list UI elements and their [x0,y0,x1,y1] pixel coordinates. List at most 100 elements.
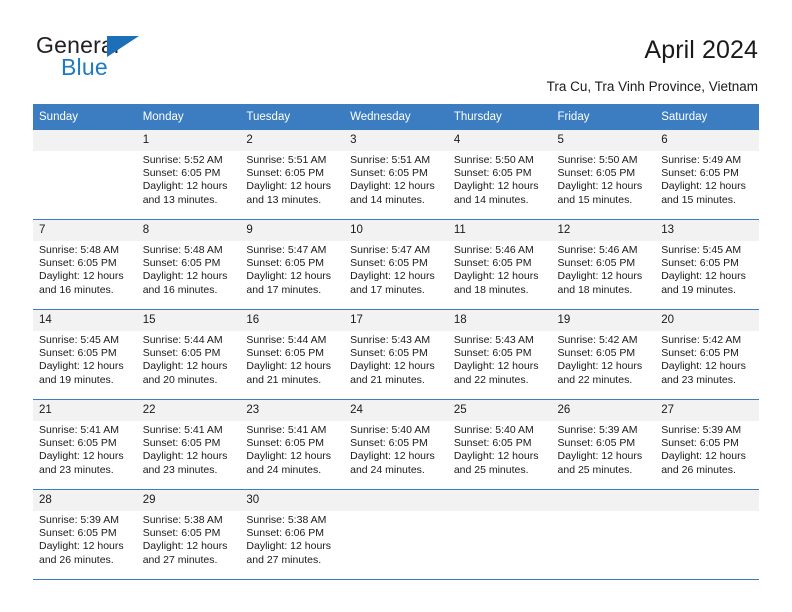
day-detail-line: Sunset: 6:05 PM [350,257,428,270]
calendar-day-cell[interactable]: 30 Sunrise: 5:38 AM Sunset: 6:06 PM Dayligh… [240,489,345,580]
calendar-day-cell[interactable]: 26 Sunrise: 5:39 AM Sunset: 6:05 PM Dayligh… [551,399,656,490]
day-detail-line: and 20 minutes. [142,373,218,386]
day-detail-line: Sunrise: 5:47 AM [350,244,431,256]
calendar-day-cell[interactable]: 18 Sunrise: 5:43 AM Sunset: 6:05 PM Dayligh… [447,309,552,400]
day-detail-line: Daylight: 12 hours [350,180,435,193]
day-detail-line: and 24 minutes. [350,463,425,476]
day-detail-line: Sunrise: 5:48 AM [39,244,119,256]
calendar-day-cell[interactable]: 17 Sunrise: 5:43 AM Sunset: 6:05 PM Dayligh… [344,309,448,400]
logo-text-blue: Blue [61,54,108,80]
day-detail-line: Daylight: 12 hours [661,450,746,463]
calendar-day-cell[interactable]: 12 Sunrise: 5:46 AM Sunset: 6:05 PM Dayligh… [551,219,656,310]
day-details: Sunrise: 5:40 AM Sunset: 6:05 PM Daylight:… [448,421,552,477]
day-detail-line: Sunset: 6:05 PM [661,437,739,450]
day-detail-line: Sunrise: 5:50 AM [453,154,534,166]
day-details: Sunrise: 5:42 AM Sunset: 6:05 PM Daylight:… [655,331,759,387]
calendar-day-cell[interactable]: 13 Sunrise: 5:45 AM Sunset: 6:05 PM Dayligh… [655,219,759,310]
day-detail-line: Daylight: 12 hours [246,270,332,283]
column-header-saturday: Saturday [655,104,759,130]
calendar-day-cell[interactable]: 5 Sunrise: 5:50 AM Sunset: 6:05 PM Daylight… [551,129,656,220]
calendar-day-cell[interactable]: 9 Sunrise: 5:47 AM Sunset: 6:05 PM Daylight… [240,219,345,310]
day-detail-line: and 22 minutes. [453,373,529,386]
calendar-day-cell-empty [655,489,759,580]
day-detail-line: Sunrise: 5:41 AM [39,424,119,436]
day-detail-line: Daylight: 12 hours [39,540,124,553]
day-detail-line: Sunset: 6:05 PM [39,257,117,270]
day-details: Sunrise: 5:38 AM Sunset: 6:05 PM Daylight:… [137,511,241,567]
day-detail-line: Sunrise: 5:45 AM [39,334,119,346]
day-number: 20 [655,310,759,331]
day-details: Sunrise: 5:39 AM Sunset: 6:05 PM Daylight:… [655,421,759,477]
day-details: Sunrise: 5:39 AM Sunset: 6:05 PM Daylight:… [33,511,137,567]
calendar-day-cell[interactable]: 10 Sunrise: 5:47 AM Sunset: 6:05 PM Dayligh… [344,219,448,310]
calendar-day-cell[interactable]: 28 Sunrise: 5:39 AM Sunset: 6:05 PM Dayligh… [33,489,137,580]
calendar-day-cell[interactable]: 19 Sunrise: 5:42 AM Sunset: 6:05 PM Dayligh… [551,309,656,400]
calendar-day-cell[interactable]: 6 Sunrise: 5:49 AM Sunset: 6:05 PM Daylight… [655,129,759,220]
sunrise-sunset-calendar: Sunday Monday Tuesday Wednesday Thursday Frid… [33,104,759,580]
day-detail-line: and 18 minutes. [453,283,529,296]
calendar-day-cell[interactable]: 24 Sunrise: 5:40 AM Sunset: 6:05 PM Dayligh… [344,399,448,490]
triangle-icon [107,36,139,57]
day-details: Sunrise: 5:41 AM Sunset: 6:05 PM Daylight:… [33,421,137,477]
column-header-tuesday: Tuesday [240,104,345,130]
day-detail-line: and 15 minutes. [661,193,736,206]
day-detail-line: Daylight: 12 hours [661,180,746,193]
calendar-day-cell-empty [344,489,448,580]
day-details: Sunrise: 5:45 AM Sunset: 6:05 PM Daylight:… [33,331,137,387]
calendar-page: General Blue April 2024 Tra Cu, Tra Vinh… [0,0,792,612]
day-detail-line: Sunset: 6:05 PM [246,437,325,450]
day-details: Sunrise: 5:46 AM Sunset: 6:05 PM Daylight:… [448,241,552,297]
day-detail-line: Sunset: 6:05 PM [142,437,221,450]
calendar-week-row: 14 Sunrise: 5:45 AM Sunset: 6:05 PM Dayligh… [33,309,759,400]
day-detail-line: Sunrise: 5:49 AM [661,154,742,166]
calendar-day-cell[interactable]: 14 Sunrise: 5:45 AM Sunset: 6:05 PM Dayligh… [33,309,137,400]
day-details: Sunrise: 5:48 AM Sunset: 6:05 PM Daylight:… [137,241,241,297]
calendar-day-cell[interactable]: 20 Sunrise: 5:42 AM Sunset: 6:05 PM Dayligh… [655,309,759,400]
calendar-week-row: 28 Sunrise: 5:39 AM Sunset: 6:05 PM Dayligh… [33,489,759,580]
day-detail-line: Sunrise: 5:42 AM [557,334,638,346]
day-detail-line: and 23 minutes. [142,463,218,476]
day-detail-line: Sunset: 6:05 PM [453,347,532,360]
day-detail-line: and 16 minutes. [142,283,218,296]
day-number: 28 [33,490,137,511]
day-detail-line: Sunrise: 5:51 AM [246,154,327,166]
day-number: 2 [240,130,345,151]
calendar-day-cell[interactable]: 15 Sunrise: 5:44 AM Sunset: 6:05 PM Dayligh… [136,309,241,400]
day-number: 9 [240,220,345,241]
day-detail-line: and 25 minutes. [453,463,529,476]
day-number: 23 [240,400,345,421]
day-detail-line: Daylight: 12 hours [39,450,124,463]
calendar-day-cell[interactable]: 1 Sunrise: 5:52 AM Sunset: 6:05 PM Daylight… [136,129,241,220]
calendar-day-cell[interactable]: 3 Sunrise: 5:51 AM Sunset: 6:05 PM Daylight… [344,129,448,220]
day-detail-line: Daylight: 12 hours [142,450,228,463]
calendar-day-cell[interactable]: 2 Sunrise: 5:51 AM Sunset: 6:05 PM Daylight… [240,129,345,220]
calendar-day-cell[interactable]: 16 Sunrise: 5:44 AM Sunset: 6:05 PM Dayligh… [240,309,345,400]
calendar-day-cell[interactable]: 25 Sunrise: 5:40 AM Sunset: 6:05 PM Dayligh… [447,399,552,490]
day-detail-line: Sunset: 6:05 PM [557,347,636,360]
day-detail-line: and 17 minutes. [350,283,425,296]
calendar-day-cell[interactable]: 27 Sunrise: 5:39 AM Sunset: 6:05 PM Dayligh… [655,399,759,490]
day-details: Sunrise: 5:40 AM Sunset: 6:05 PM Daylight:… [344,421,448,477]
calendar-day-cell[interactable]: 23 Sunrise: 5:41 AM Sunset: 6:05 PM Dayligh… [240,399,345,490]
calendar-day-cell[interactable]: 4 Sunrise: 5:50 AM Sunset: 6:05 PM Daylight… [447,129,552,220]
calendar-day-cell[interactable]: 7 Sunrise: 5:48 AM Sunset: 6:05 PM Daylight… [33,219,137,310]
day-detail-line: Daylight: 12 hours [246,360,332,373]
calendar-day-cell[interactable]: 11 Sunrise: 5:46 AM Sunset: 6:05 PM Dayligh… [447,219,552,310]
day-number: 19 [551,310,656,331]
calendar-day-cell[interactable]: 29 Sunrise: 5:38 AM Sunset: 6:05 PM Dayligh… [136,489,241,580]
calendar-day-cell[interactable]: 21 Sunrise: 5:41 AM Sunset: 6:05 PM Dayligh… [33,399,137,490]
day-details: Sunrise: 5:41 AM Sunset: 6:05 PM Daylight:… [240,421,344,477]
calendar-day-cell[interactable]: 22 Sunrise: 5:41 AM Sunset: 6:05 PM Dayligh… [136,399,241,490]
day-number: 18 [447,310,552,331]
calendar-body: 1 Sunrise: 5:52 AM Sunset: 6:05 PM Daylight… [33,129,759,580]
calendar-day-cell-empty [447,489,552,580]
calendar-day-cell[interactable]: 8 Sunrise: 5:48 AM Sunset: 6:05 PM Daylight… [136,219,241,310]
day-detail-line: Sunset: 6:05 PM [661,347,739,360]
day-number: 15 [136,310,241,331]
calendar-week-row: 1 Sunrise: 5:52 AM Sunset: 6:05 PM Daylight… [33,129,759,220]
generalblue-logo[interactable]: General Blue [36,34,216,90]
day-detail-line: Daylight: 12 hours [142,270,228,283]
day-detail-line: and 19 minutes. [661,283,736,296]
day-details: Sunrise: 5:50 AM Sunset: 6:05 PM Daylight:… [448,151,552,207]
day-number [551,490,656,511]
